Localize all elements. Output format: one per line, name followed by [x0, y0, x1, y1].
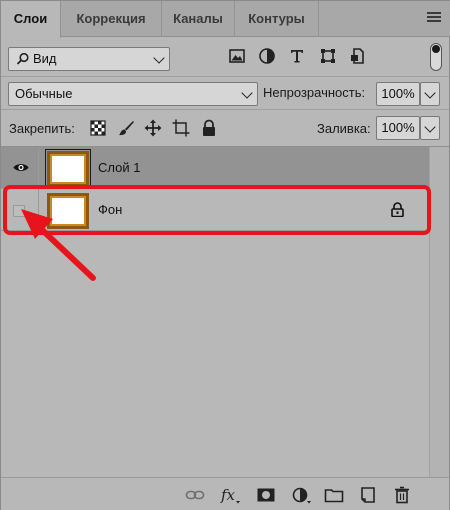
lock-transparent-pixels-icon[interactable] [90, 120, 106, 136]
blend-bar: Обычные Непрозрачность: 100% [1, 77, 450, 110]
panel-menu-icon[interactable] [427, 12, 441, 24]
lock-bar: Закрепить: Заливка: 100% [1, 110, 450, 147]
shape-filter-icon[interactable] [318, 46, 338, 66]
fill-label: Заливка: [317, 121, 371, 136]
opacity-dropdown-button[interactable] [420, 82, 440, 106]
visibility-toggle[interactable] [1, 147, 39, 189]
new-group-icon[interactable] [324, 486, 344, 504]
chevron-down-icon [419, 83, 439, 105]
search-icon [16, 52, 29, 65]
lock-image-pixels-icon[interactable] [117, 119, 135, 137]
filter-kind-select[interactable]: Вид [8, 47, 170, 71]
chevron-down-icon [149, 48, 169, 70]
layer-thumbnail[interactable] [45, 149, 91, 189]
chevron-down-icon [237, 83, 257, 105]
fill-input[interactable]: 100% [376, 116, 420, 140]
tab-paths[interactable]: Контуры [235, 1, 319, 37]
layers-scrollbar[interactable] [429, 147, 449, 477]
layers-panel: Слои Коррекция Каналы Контуры Вид Обычны… [0, 0, 450, 510]
blend-mode-select[interactable]: Обычные [8, 82, 258, 106]
type-filter-icon[interactable] [287, 46, 307, 66]
opacity-input[interactable]: 100% [376, 82, 420, 106]
blend-mode-label: Обычные [15, 86, 73, 101]
lock-label: Закрепить: [9, 121, 75, 136]
lock-artboard-icon[interactable] [172, 119, 190, 137]
tab-layers[interactable]: Слои [1, 1, 61, 38]
layers-footer: fx [1, 477, 449, 510]
opacity-label: Непрозрачность: [263, 85, 366, 100]
new-adjustment-layer-icon[interactable] [291, 486, 311, 504]
lock-position-icon[interactable] [144, 119, 162, 137]
lock-all-icon[interactable] [201, 119, 217, 137]
svg-text:fx: fx [220, 486, 236, 504]
add-mask-icon[interactable] [256, 486, 276, 504]
smart-object-filter-icon[interactable] [348, 46, 368, 66]
eye-icon [13, 164, 29, 171]
filter-toggle[interactable] [430, 43, 442, 71]
chevron-down-icon [419, 117, 439, 139]
image-filter-icon[interactable] [227, 46, 247, 66]
layer-name[interactable]: Слой 1 [98, 160, 140, 175]
tab-channels[interactable]: Каналы [162, 1, 235, 37]
fill-dropdown-button[interactable] [420, 116, 440, 140]
highlight-frame [3, 185, 431, 235]
new-layer-icon[interactable] [358, 486, 378, 504]
link-layers-icon[interactable] [185, 486, 205, 504]
fx-icon[interactable]: fx [220, 486, 240, 504]
filter-kind-label: Вид [33, 51, 57, 66]
delete-layer-icon[interactable] [392, 486, 412, 504]
tab-adjustments[interactable]: Коррекция [61, 1, 162, 37]
filter-bar: Вид [1, 37, 450, 77]
layer-row-layer-1[interactable]: Слой 1 [1, 147, 429, 189]
panel-tab-bar: Слои Коррекция Каналы Контуры [1, 1, 450, 38]
adjustment-filter-icon[interactable] [257, 46, 277, 66]
